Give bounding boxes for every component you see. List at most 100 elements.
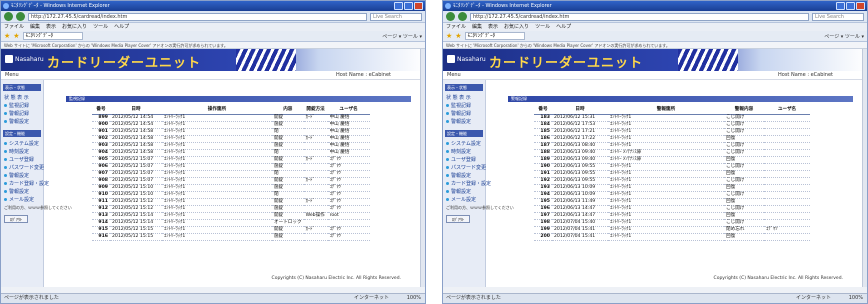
info-bar[interactable]: Web サイトに 'Microsoft Corporation' からの 'Wi… bbox=[1, 42, 425, 49]
menu-edit[interactable]: 編集 bbox=[472, 23, 482, 31]
menu-file[interactable]: ファイル bbox=[4, 23, 24, 31]
sidebar-item-mail[interactable]: メール設定 bbox=[443, 196, 485, 204]
table-cell: 施錠 bbox=[272, 121, 304, 129]
address-input[interactable]: http://172.27.45.5/cardread/index.htm bbox=[28, 12, 367, 21]
table-cell: 2012/05/12 15:10 bbox=[110, 184, 162, 192]
logout-button[interactable]: ﾛｸﾞｱｳﾄ bbox=[4, 215, 28, 223]
menu-help[interactable]: ヘルプ bbox=[556, 23, 571, 31]
back-button[interactable] bbox=[446, 12, 455, 21]
menu-tools[interactable]: ツール bbox=[93, 23, 108, 31]
top-info-line: Menu Host Name : eCabinet bbox=[1, 71, 425, 80]
table-cell: 910 bbox=[92, 191, 110, 199]
menu-favorites[interactable]: お気に入り bbox=[62, 23, 87, 31]
table-cell: 187 bbox=[534, 142, 552, 150]
close-button[interactable] bbox=[856, 2, 865, 10]
menu-link[interactable]: Menu bbox=[447, 72, 461, 78]
menu-file[interactable]: ファイル bbox=[446, 23, 466, 31]
menu-help[interactable]: ヘルプ bbox=[114, 23, 129, 31]
table-cell: 2012/06/12 17:53 bbox=[552, 121, 608, 129]
favorites-star-icon[interactable]: ★ bbox=[4, 32, 10, 40]
table-cell: Web操作 bbox=[303, 212, 328, 220]
table-cell bbox=[764, 191, 810, 199]
sidebar-item-password[interactable]: パスワード変更 bbox=[443, 164, 486, 172]
browser-window-right: ﾓﾆﾀﾘﾝｸﾞﾃﾞｰﾀ - Windows Internet Explorer … bbox=[442, 0, 868, 304]
sidebar-item-time[interactable]: 時刻設定 bbox=[443, 148, 485, 156]
search-input[interactable]: Live Search bbox=[370, 12, 422, 21]
sidebar-item-card[interactable]: カード登録・設定 bbox=[1, 180, 49, 188]
sidebar-item-status[interactable]: 状 態 表 示 bbox=[443, 94, 485, 102]
menu-bar: ファイル 編集 表示 お気に入り ツール ヘルプ bbox=[1, 23, 425, 31]
table-cell: 2012/06/13 09:55 bbox=[552, 177, 608, 185]
forward-button[interactable] bbox=[458, 12, 467, 21]
menu-favorites[interactable]: お気に入り bbox=[504, 23, 529, 31]
col-alarm: 警報内容 bbox=[724, 105, 764, 115]
sidebar-item-system[interactable]: システム設定 bbox=[1, 140, 43, 148]
forward-button[interactable] bbox=[16, 12, 25, 21]
sidebar-item-alarm-settings[interactable]: 警報設定 bbox=[443, 118, 485, 126]
sidebar-item-alarm[interactable]: 警報設定 bbox=[443, 172, 485, 180]
zoom-level[interactable]: 100% bbox=[407, 294, 421, 303]
page-tools[interactable]: ページ ▾ ツール ▾ bbox=[824, 33, 864, 40]
sidebar-item-monitor-log[interactable]: 監視記録 bbox=[1, 102, 43, 110]
page-scrollbar[interactable] bbox=[420, 49, 425, 287]
menu-edit[interactable]: 編集 bbox=[30, 23, 40, 31]
sidebar-item-alarm2[interactable]: 警報設定 bbox=[443, 188, 485, 196]
table-row: 908 2012/05/12 15:07 ｴﾝﾄﾘｰﾗｯｸ1 開錠 ｶｰﾄﾞ ｺﾃﾞﾏﾂ bbox=[92, 177, 370, 185]
sidebar-item-alarm2[interactable]: 警報設定 bbox=[1, 188, 43, 196]
menu-tools[interactable]: ツール bbox=[535, 23, 550, 31]
header-banner: Nasaharu カードリーダーユニット bbox=[1, 49, 425, 71]
sidebar-item-status[interactable]: 状 態 表 示 bbox=[1, 94, 43, 102]
logout-button[interactable]: ﾛｸﾞｱｳﾄ bbox=[446, 215, 470, 223]
table-row: 196 2012/06/13 14:47 ｴﾝﾄﾘｰﾗｯｸ1 こじ開け bbox=[534, 205, 810, 213]
sidebar-item-monitor-log[interactable]: 監視記録 bbox=[443, 102, 485, 110]
col-user: ユーザ名 bbox=[327, 105, 370, 115]
sidebar-item-alarm[interactable]: 警報設定 bbox=[1, 172, 43, 180]
table-cell: 2012/05/12 15:15 bbox=[110, 226, 162, 234]
sidebar-item-user[interactable]: ユーザ登録 bbox=[443, 156, 485, 164]
add-favorite-icon[interactable]: ★ bbox=[13, 32, 19, 40]
sidebar-item-time[interactable]: 時刻設定 bbox=[1, 148, 43, 156]
address-bar: http://172.27.45.5/cardread/index.htm Li… bbox=[443, 11, 867, 23]
page-tab[interactable]: ﾓﾆﾀﾘﾝｸﾞﾃﾞｰﾀ bbox=[22, 32, 83, 40]
page-scrollbar[interactable] bbox=[862, 49, 867, 287]
table-cell: 905 bbox=[92, 156, 110, 164]
page-tab[interactable]: ﾓﾆﾀﾘﾝｸﾞﾃﾞｰﾀ bbox=[464, 32, 525, 40]
sidebar-item-password[interactable]: パスワード変更 bbox=[1, 164, 44, 172]
sidebar-item-alarm-log[interactable]: 警報記録 bbox=[1, 110, 43, 118]
banner-stripes bbox=[678, 49, 738, 71]
table-cell bbox=[303, 163, 328, 171]
table-cell: 2012/05/12 15:14 bbox=[110, 212, 162, 220]
ie-icon bbox=[445, 3, 451, 9]
table-cell: 2012/06/13 08:40 bbox=[552, 142, 608, 150]
table-cell bbox=[764, 170, 810, 178]
zoom-level[interactable]: 100% bbox=[849, 294, 863, 303]
add-favorite-icon[interactable]: ★ bbox=[455, 32, 461, 40]
menu-view[interactable]: 表示 bbox=[488, 23, 498, 31]
sidebar-item-alarm-settings[interactable]: 警報設定 bbox=[1, 118, 43, 126]
table-cell: 2012/07/04 15:41 bbox=[552, 233, 608, 241]
sidebar-item-user[interactable]: ユーザ登録 bbox=[1, 156, 43, 164]
table-cell: ｺﾃﾞﾏﾂ bbox=[327, 205, 370, 213]
search-input[interactable]: Live Search bbox=[812, 12, 864, 21]
sidebar-item-mail[interactable]: メール設定 bbox=[1, 196, 43, 204]
maximize-button[interactable] bbox=[846, 2, 855, 10]
sidebar-head-settings: 設定・機能 bbox=[3, 130, 41, 137]
table-cell: 回復 bbox=[724, 135, 764, 143]
maximize-button[interactable] bbox=[404, 2, 413, 10]
table-row: 899 2012/05/12 14:54 ｴﾝﾄﾘｰﾗｯｸ1 開錠 ｶｰﾄﾞ 中山 慶悟 bbox=[92, 114, 370, 122]
sidebar-item-alarm-log[interactable]: 警報記録 bbox=[443, 110, 485, 118]
table-cell bbox=[303, 219, 328, 227]
minimize-button[interactable] bbox=[836, 2, 845, 10]
close-button[interactable] bbox=[414, 2, 423, 10]
sidebar-item-system[interactable]: システム設定 bbox=[443, 140, 485, 148]
table-cell: 回復 bbox=[724, 184, 764, 192]
page-tools[interactable]: ページ ▾ ツール ▾ bbox=[382, 33, 422, 40]
sidebar-item-card[interactable]: カード登録・設定 bbox=[443, 180, 491, 188]
address-input[interactable]: http://172.27.45.5/cardread/index.htm bbox=[470, 12, 809, 21]
menu-view[interactable]: 表示 bbox=[46, 23, 56, 31]
back-button[interactable] bbox=[4, 12, 13, 21]
info-bar[interactable]: Web サイトに 'Microsoft Corporation' からの 'Wi… bbox=[443, 42, 867, 49]
favorites-star-icon[interactable]: ★ bbox=[446, 32, 452, 40]
minimize-button[interactable] bbox=[394, 2, 403, 10]
menu-link[interactable]: Menu bbox=[5, 72, 19, 78]
